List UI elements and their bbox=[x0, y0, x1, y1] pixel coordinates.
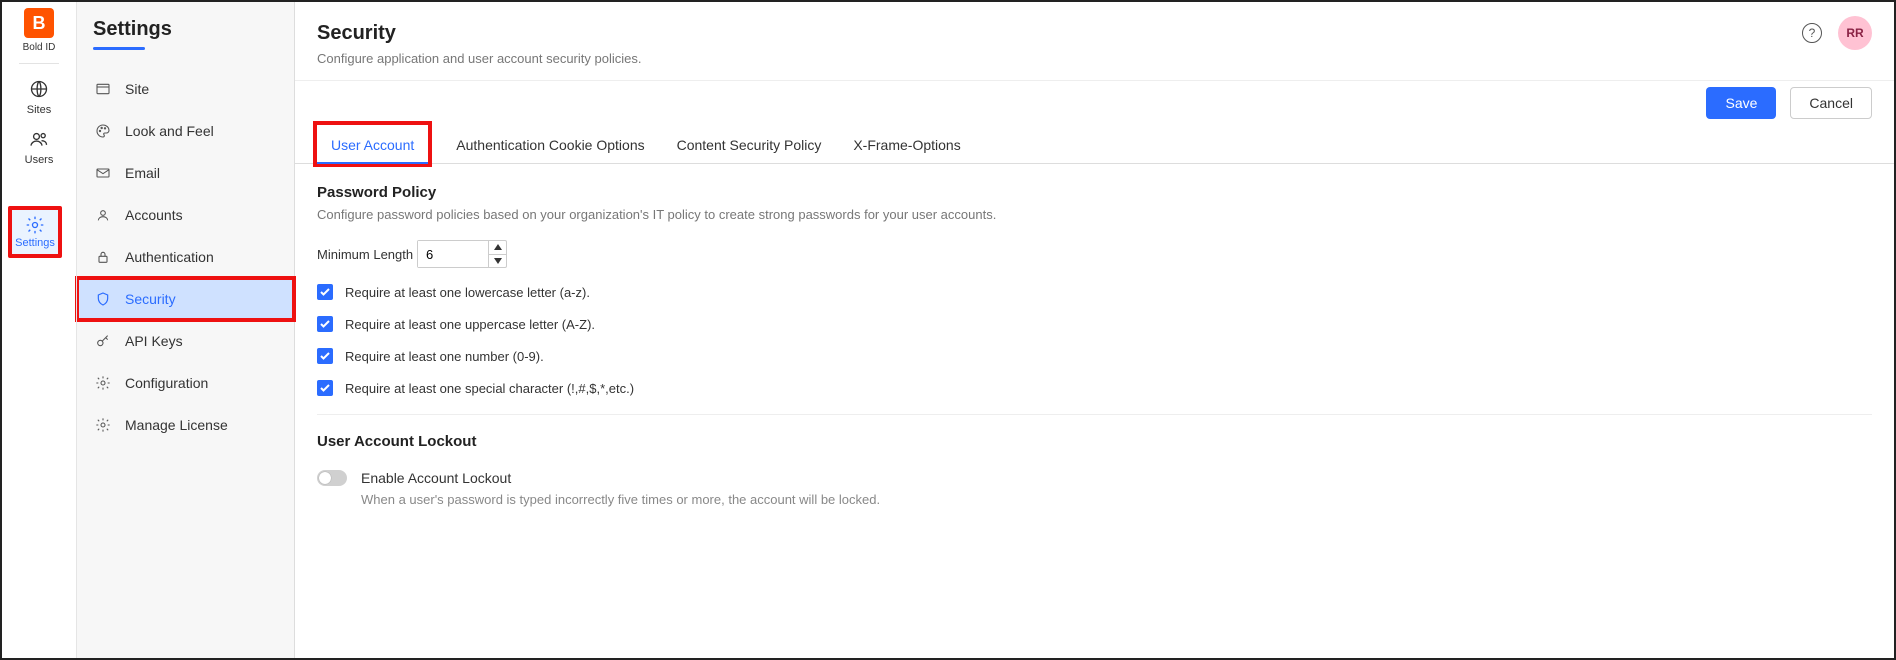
rail-item-label: Settings bbox=[15, 237, 55, 249]
check-special[interactable]: Require at least one special character (… bbox=[317, 380, 1872, 396]
gear-icon bbox=[25, 215, 45, 235]
checkbox-icon[interactable] bbox=[317, 284, 333, 300]
stepper-up-icon[interactable] bbox=[489, 241, 506, 255]
brand-name: Bold ID bbox=[23, 42, 56, 53]
save-button[interactable]: Save bbox=[1706, 87, 1776, 119]
tab-x-frame-options[interactable]: X-Frame-Options bbox=[849, 125, 964, 163]
lockout-toggle-label: Enable Account Lockout bbox=[361, 470, 880, 486]
rail-item-sites[interactable]: Sites bbox=[2, 70, 76, 120]
cancel-button[interactable]: Cancel bbox=[1790, 87, 1872, 119]
lockout-desc: When a user's password is typed incorrec… bbox=[361, 492, 880, 507]
action-buttons: Save Cancel bbox=[295, 81, 1894, 119]
password-policy-heading: Password Policy bbox=[317, 184, 1872, 201]
help-icon[interactable]: ? bbox=[1802, 23, 1822, 43]
check-lowercase[interactable]: Require at least one lowercase letter (a… bbox=[317, 284, 1872, 300]
account-icon bbox=[93, 207, 113, 223]
sidebar-item-label: Site bbox=[125, 81, 149, 97]
sidebar-item-label: Manage License bbox=[125, 417, 228, 433]
sidebar-item-label: Security bbox=[125, 291, 176, 307]
page-subtitle: Configure application and user account s… bbox=[317, 51, 1872, 66]
sidebar-item-label: API Keys bbox=[125, 333, 183, 349]
lockout-heading: User Account Lockout bbox=[317, 433, 1872, 450]
gear-icon bbox=[93, 375, 113, 391]
sidebar-title-underline bbox=[93, 47, 145, 50]
min-length-label: Minimum Length bbox=[317, 247, 417, 262]
sidebar-item-label: Authentication bbox=[125, 249, 214, 265]
min-length-stepper[interactable] bbox=[417, 240, 507, 268]
check-label: Require at least one number (0-9). bbox=[345, 349, 544, 364]
gear-icon bbox=[93, 417, 113, 433]
sidebar-item-label: Accounts bbox=[125, 207, 183, 223]
min-length-input[interactable] bbox=[418, 241, 488, 267]
page-header: Security Configure application and user … bbox=[295, 2, 1894, 81]
main-panel: Security Configure application and user … bbox=[295, 2, 1894, 658]
sidebar-item-authentication[interactable]: Authentication bbox=[77, 236, 294, 278]
sidebar-item-label: Look and Feel bbox=[125, 123, 214, 139]
check-uppercase[interactable]: Require at least one uppercase letter (A… bbox=[317, 316, 1872, 332]
globe-icon bbox=[28, 78, 50, 100]
tab-auth-cookie-options[interactable]: Authentication Cookie Options bbox=[452, 125, 648, 163]
rail-item-users[interactable]: Users bbox=[2, 120, 76, 170]
checkbox-icon[interactable] bbox=[317, 316, 333, 332]
mail-icon bbox=[93, 165, 113, 181]
tab-user-account[interactable]: User Account bbox=[317, 125, 428, 163]
sidebar-item-look-and-feel[interactable]: Look and Feel bbox=[77, 110, 294, 152]
rail-item-label: Sites bbox=[27, 104, 51, 116]
rail-item-settings[interactable]: Settings bbox=[8, 206, 62, 258]
page-title: Security bbox=[317, 22, 1872, 45]
rail-item-label: Users bbox=[25, 154, 54, 166]
nav-rail: B Bold ID Sites Users Settings bbox=[2, 2, 77, 658]
checkbox-icon[interactable] bbox=[317, 348, 333, 364]
password-policy-desc: Configure password policies based on you… bbox=[317, 207, 1872, 222]
sidebar-item-security[interactable]: Security bbox=[77, 278, 294, 320]
check-label: Require at least one uppercase letter (A… bbox=[345, 317, 595, 332]
brand-logo-icon: B bbox=[24, 8, 54, 38]
tab-content-security-policy[interactable]: Content Security Policy bbox=[673, 125, 826, 163]
lock-icon bbox=[93, 249, 113, 265]
sidebar-item-configuration[interactable]: Configuration bbox=[77, 362, 294, 404]
tab-content: Password Policy Configure password polic… bbox=[295, 164, 1894, 543]
user-avatar[interactable]: RR bbox=[1838, 16, 1872, 50]
check-number[interactable]: Require at least one number (0-9). bbox=[317, 348, 1872, 364]
shield-icon bbox=[93, 291, 113, 307]
sidebar-item-site[interactable]: Site bbox=[77, 68, 294, 110]
checkbox-icon[interactable] bbox=[317, 380, 333, 396]
check-label: Require at least one lowercase letter (a… bbox=[345, 285, 590, 300]
section-divider bbox=[317, 414, 1872, 415]
users-icon bbox=[28, 128, 50, 150]
lockout-toggle[interactable] bbox=[317, 470, 347, 486]
settings-sidebar: Settings Site Look and Feel Email Accoun… bbox=[77, 2, 295, 658]
sidebar-item-label: Configuration bbox=[125, 375, 208, 391]
sidebar-item-api-keys[interactable]: API Keys bbox=[77, 320, 294, 362]
site-icon bbox=[93, 81, 113, 97]
sidebar-item-accounts[interactable]: Accounts bbox=[77, 194, 294, 236]
palette-icon bbox=[93, 123, 113, 139]
sidebar-title: Settings bbox=[77, 18, 294, 47]
sidebar-item-manage-license[interactable]: Manage License bbox=[77, 404, 294, 446]
key-icon bbox=[93, 333, 113, 349]
sidebar-item-email[interactable]: Email bbox=[77, 152, 294, 194]
check-label: Require at least one special character (… bbox=[345, 381, 634, 396]
min-length-row: Minimum Length bbox=[317, 240, 1872, 268]
sidebar-item-label: Email bbox=[125, 165, 160, 181]
stepper-down-icon[interactable] bbox=[489, 255, 506, 268]
tabs: User Account Authentication Cookie Optio… bbox=[295, 125, 1894, 164]
